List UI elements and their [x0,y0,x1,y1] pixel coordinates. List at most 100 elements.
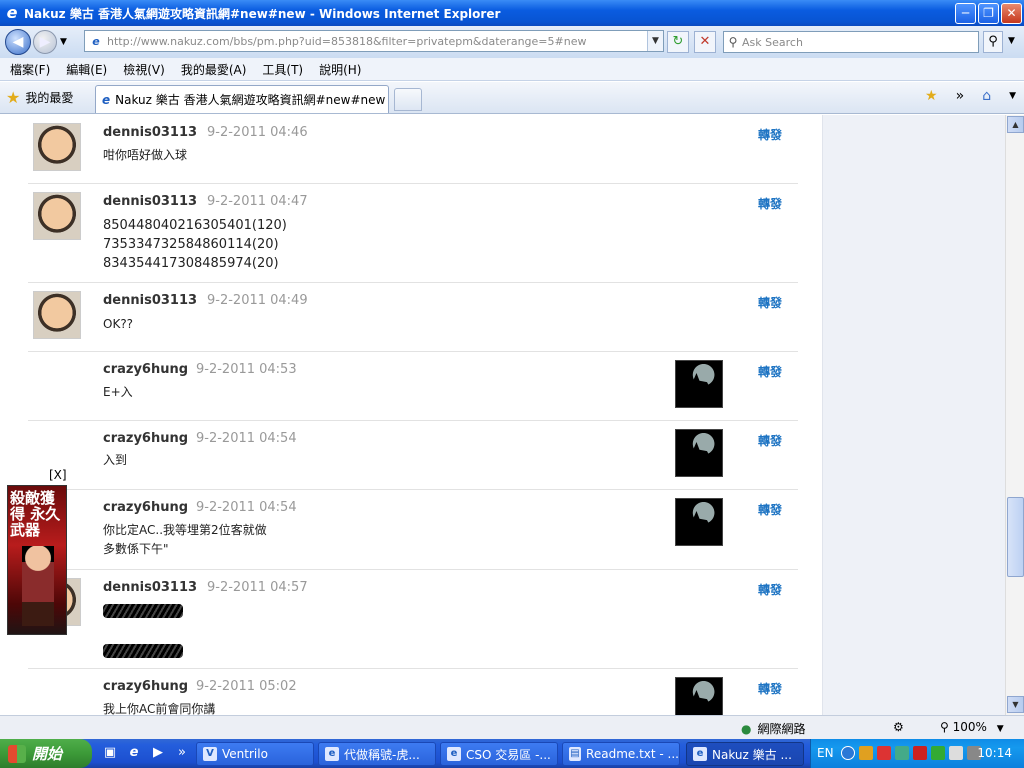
message-time: 9-2-2011 04:49 [207,293,308,308]
forward-link[interactable]: 轉發 [758,501,782,518]
menu-tools[interactable]: 工具(T) [262,61,303,78]
tab-bar: ★ 我的最愛 e Nakuz 樂古 香港人氣網遊攻略資訊網#new#new ★ … [0,82,1024,114]
message-user[interactable]: dennis03113 [103,125,197,140]
minimize-button[interactable]: ─ [955,2,976,24]
tray-app-icon[interactable] [931,746,945,760]
forward-link[interactable]: 轉發 [758,195,782,212]
system-tray: EN 10:14 [810,739,1024,768]
floating-ad[interactable]: 殺敵獲得 永久武器 [7,485,67,635]
message-user[interactable]: dennis03113 [103,293,197,308]
back-button[interactable]: ◀ [5,29,31,55]
tray-app-icon[interactable] [859,746,873,760]
media-player-icon[interactable]: ▶ [150,745,166,761]
forward-link[interactable]: 轉發 [758,294,782,311]
task-ie-1[interactable]: e 代做稱號-虎... [318,742,436,766]
status-bar: ● 網際網路 ⚙ ⚲ 100% ▼ [0,715,1024,739]
zone-label: 網際網路 [757,722,806,736]
user-avatar[interactable] [675,360,723,408]
ie-icon: e [6,3,18,22]
history-dropdown-icon[interactable]: ▼ [60,37,67,47]
search-options-icon[interactable]: ▼ [1008,36,1015,46]
add-favorites-icon[interactable]: ★ [925,88,938,104]
forward-button[interactable]: ▶ [33,30,57,54]
menu-view[interactable]: 檢視(V) [123,61,165,78]
message-body: 我上你AC前會同你講 [103,700,215,715]
wolf-icon [686,373,716,399]
home-dropdown-icon[interactable]: ▼ [1009,91,1016,101]
message-time: 9-2-2011 04:54 [196,500,297,515]
redaction-scribble [103,604,183,618]
scroll-down-icon[interactable]: ▼ [1007,696,1024,713]
more-tools-icon[interactable]: » [956,88,965,104]
start-button[interactable]: 開始 [0,739,92,768]
new-tab-button[interactable] [394,88,422,111]
address-dropdown-icon[interactable]: ▼ [647,31,663,51]
restore-button[interactable]: ❐ [978,2,999,24]
message-line: OK?? [103,317,134,331]
scroll-up-icon[interactable]: ▲ [1007,116,1024,133]
zoom-control[interactable]: ⚲ 100% ▼ [940,720,1004,734]
message-item: dennis03113 9-2-2011 04:57 轉發 [28,570,798,669]
ie-quicklaunch-icon[interactable]: e [126,745,142,761]
tray-app-icon[interactable] [877,746,891,760]
zoom-dropdown-icon[interactable]: ▼ [997,724,1004,734]
favorites-button[interactable]: ★ 我的最愛 [6,88,73,107]
forward-link[interactable]: 轉發 [758,680,782,697]
vertical-scrollbar[interactable]: ▲ ▼ [1005,115,1024,715]
redaction-scribble [103,644,183,658]
message-user[interactable]: crazy6hung [103,431,188,446]
task-notepad[interactable]: ▤ Readme.txt - ... [562,742,680,766]
forward-link[interactable]: 轉發 [758,363,782,380]
task-label: CSO 交易區 -... [466,747,551,762]
menu-file[interactable]: 檔案(F) [10,61,50,78]
message-user[interactable]: dennis03113 [103,580,197,595]
forward-link[interactable]: 轉發 [758,126,782,143]
task-ie-2[interactable]: e CSO 交易區 -... [440,742,558,766]
menu-help[interactable]: 說明(H) [319,61,361,78]
window-title: Nakuz 樂古 香港人氣網遊攻略資訊網#new#new - Windows I… [24,6,501,21]
show-desktop-icon[interactable]: ▣ [102,745,118,761]
message-line: 你比定AC..我等埋第2位客就做 [103,523,267,537]
stop-button[interactable]: ✕ [694,31,716,53]
message-line: 834354417308485974(20) [103,256,279,271]
search-placeholder: Ask Search [742,35,803,49]
forward-link[interactable]: 轉發 [758,581,782,598]
user-avatar[interactable] [33,291,81,339]
user-avatar[interactable] [33,192,81,240]
task-ventrilo[interactable]: V Ventrilo [196,742,314,766]
tab-current[interactable]: e Nakuz 樂古 香港人氣網遊攻略資訊網#new#new [95,85,389,113]
user-avatar[interactable] [675,498,723,546]
ad-text: 殺敵獲得 永久武器 [10,489,61,539]
user-avatar[interactable] [33,123,81,171]
address-bar[interactable]: e http://www.nakuz.com/bbs/pm.php?uid=85… [84,30,664,52]
menu-edit[interactable]: 編輯(E) [66,61,107,78]
tray-app-icon[interactable] [949,746,963,760]
scroll-thumb[interactable] [1007,497,1024,577]
forward-link[interactable]: 轉發 [758,432,782,449]
home-icon[interactable]: ⌂ [982,88,991,104]
message-user[interactable]: crazy6hung [103,362,188,377]
user-avatar[interactable] [675,429,723,477]
tray-app-icon[interactable] [895,746,909,760]
refresh-button[interactable]: ↻ [667,31,689,53]
navigation-bar: ◀ ▶ ▼ e http://www.nakuz.com/bbs/pm.php?… [0,26,1024,58]
language-indicator[interactable]: EN [817,746,834,760]
search-go-button[interactable]: ⚲ [983,31,1003,53]
search-box[interactable]: ⚲ Ask Search [723,31,979,53]
tray-app-icon[interactable] [913,746,927,760]
title-bar: e Nakuz 樂古 香港人氣網遊攻略資訊網#new#new - Windows… [0,0,1024,26]
message-user[interactable]: dennis03113 [103,194,197,209]
tray-expand-icon[interactable] [841,746,855,760]
message-body: 咁你唔好做入球 [103,146,187,165]
message-user[interactable]: crazy6hung [103,500,188,515]
ad-close-button[interactable]: [X] [49,468,67,482]
ventrilo-icon: V [203,747,217,761]
close-button[interactable]: ✕ [1001,2,1022,24]
menu-favorites[interactable]: 我的最愛(A) [181,61,247,78]
task-ie-active[interactable]: e Nakuz 樂古 ... [686,742,804,766]
user-avatar[interactable] [675,677,723,715]
quicklaunch-more-icon[interactable]: » [174,745,190,761]
message-time: 9-2-2011 05:02 [196,679,297,694]
protected-mode-icon[interactable]: ⚙ [893,720,904,734]
message-user[interactable]: crazy6hung [103,679,188,694]
